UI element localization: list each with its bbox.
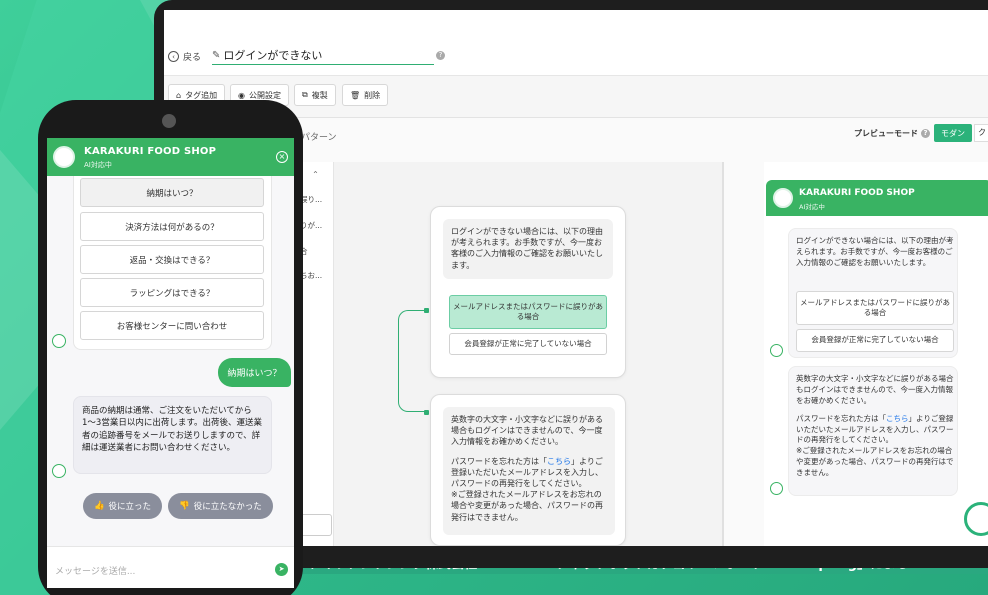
preview-mode-label: プレビューモード ? bbox=[854, 128, 930, 139]
node2-link[interactable]: こちら bbox=[547, 457, 571, 466]
node2-text-c: ※ご登録されたメールアドレスをお忘れの場合や変更があった場合、パスワードの再発行… bbox=[451, 490, 603, 522]
flow-connector bbox=[398, 310, 428, 412]
preview-msg2-a: 英数字の大文字・小文字などに誤りがある場合もログインはできませんので、今一度入力… bbox=[796, 374, 954, 405]
node2-text-b-pre: パスワードを忘れた方は「 bbox=[451, 456, 547, 466]
choice-payment[interactable]: 決済方法は何があるの？ bbox=[80, 212, 264, 241]
trash-icon: 🗑 bbox=[350, 90, 361, 100]
delete-button[interactable]: 🗑 削除 bbox=[342, 84, 389, 106]
preview-choice-registration[interactable]: 会員登録が正常に完了していない場合 bbox=[796, 329, 954, 352]
tag-add-label: タグ追加 bbox=[185, 90, 218, 100]
panel-divider[interactable] bbox=[722, 162, 724, 546]
pencil-icon: ✎ bbox=[212, 49, 221, 61]
bot-message-bubble: 商品の納期は通常、ご注文をいただいてから1〜3営業日以内に出荷します。出荷後、運… bbox=[73, 396, 272, 474]
chat-preview-panel: KARAKURI FOOD SHOP AI対応中 ログインができない場合には、以… bbox=[764, 162, 988, 546]
preview-status: AI対応中 bbox=[799, 203, 825, 211]
bot-avatar-icon bbox=[52, 334, 66, 348]
publish-settings-label: 公開設定 bbox=[248, 90, 281, 100]
preview-msg2-b-pre: パスワードを忘れた方は「 bbox=[796, 413, 886, 423]
thumbs-down-icon: 👎 bbox=[179, 501, 190, 511]
flow-canvas[interactable]: ログインができない場合には、以下の理由が考えられます。お手数ですが、今一度お客様… bbox=[334, 162, 724, 546]
not-helpful-label: 役に立たなかった bbox=[193, 502, 262, 512]
choice-delivery[interactable]: 納期はいつ？ bbox=[80, 178, 264, 207]
tag-icon: ⌂ bbox=[176, 90, 182, 100]
list-item[interactable]: 誤り... bbox=[300, 194, 322, 205]
modern-mode-button[interactable]: モダン bbox=[934, 124, 972, 142]
back-button[interactable]: ‹ 戻る bbox=[168, 50, 201, 63]
phone-chat-screen: KARAKURI FOOD SHOP AI対応中 × 納期はいつ？ 決済方法は何… bbox=[47, 138, 294, 588]
bot-avatar-icon bbox=[770, 482, 783, 495]
message-input-placeholder: メッセージを送信... bbox=[55, 567, 136, 577]
phone-choices-card: 納期はいつ？ 決済方法は何があるの？ 返品・交換はできる？ ラッピングはできる？… bbox=[73, 176, 272, 350]
thumbs-up-icon: 👍 bbox=[93, 501, 105, 511]
message-input[interactable]: メッセージを送信... ➤ bbox=[47, 546, 294, 588]
phone-camera bbox=[162, 114, 176, 128]
duplicate-label: 複製 bbox=[311, 90, 328, 100]
preview-choice-wrong-credentials[interactable]: メールアドレスまたはパスワードに誤りがある場合 bbox=[796, 291, 954, 325]
preview-mode-text: プレビューモード bbox=[854, 129, 918, 138]
phone-brand-name: KARAKURI FOOD SHOP bbox=[84, 146, 217, 157]
node1-choice-registration[interactable]: 会員登録が正常に完了していない場合 bbox=[449, 333, 607, 355]
flow-node-2[interactable]: 英数字の大文字・小文字などに誤りがある場合もログインはできませんので、今一度入力… bbox=[430, 394, 626, 546]
eye-icon: ◉ bbox=[238, 90, 245, 100]
choice-return[interactable]: 返品・交換はできる？ bbox=[80, 245, 264, 274]
node1-message: ログインができない場合には、以下の理由が考えられます。お手数ですが、今一度お客様… bbox=[443, 219, 613, 279]
help-icon[interactable]: ? bbox=[436, 51, 445, 60]
node2-text-a: 英数字の大文字・小文字などに誤りがある場合もログインはできませんので、今一度入力… bbox=[451, 415, 603, 447]
node1-choice-wrong-credentials[interactable]: メールアドレスまたはパスワードに誤りがある場合 bbox=[449, 295, 607, 329]
list-action-button[interactable] bbox=[300, 514, 332, 536]
back-arrow-icon: ‹ bbox=[168, 51, 179, 62]
preview-chat-header: KARAKURI FOOD SHOP AI対応中 bbox=[766, 180, 988, 216]
scenario-title-value: ログインができない bbox=[223, 49, 323, 62]
preview-message-1: ログインができない場合には、以下の理由が考えられます。お手数ですが、今一度お客様… bbox=[796, 236, 954, 267]
connector-dot bbox=[424, 308, 429, 313]
bot-avatar-icon bbox=[770, 344, 783, 357]
brand-logo-icon bbox=[53, 146, 75, 168]
node2-message: 英数字の大文字・小文字などに誤りがある場合もログインはできませんので、今一度入力… bbox=[443, 407, 615, 535]
connector-dot bbox=[424, 410, 429, 415]
brand-logo-icon bbox=[773, 188, 793, 208]
preview-link[interactable]: こちら bbox=[886, 414, 909, 423]
phone-device: KARAKURI FOOD SHOP AI対応中 × 納期はいつ？ 決済方法は何… bbox=[38, 100, 303, 595]
not-helpful-button[interactable]: 👎 役に立たなかった bbox=[168, 493, 273, 519]
close-icon[interactable]: × bbox=[276, 151, 288, 163]
choice-wrapping[interactable]: ラッピングはできる？ bbox=[80, 278, 264, 307]
preview-brand-name: KARAKURI FOOD SHOP bbox=[799, 188, 915, 198]
copy-icon: ⧉ bbox=[302, 90, 308, 99]
helpful-button[interactable]: 👍 役に立った bbox=[83, 493, 162, 519]
choice-contact-center[interactable]: お客様センターに問い合わせ bbox=[80, 311, 264, 340]
classic-mode-button[interactable]: ク bbox=[974, 124, 988, 142]
preview-help-icon[interactable]: ? bbox=[921, 129, 930, 138]
editor-topbar: ‹ 戻る ✎ ログインができない ? bbox=[164, 10, 988, 76]
list-item[interactable]: ちお... bbox=[300, 270, 322, 281]
helpful-label: 役に立った bbox=[108, 502, 152, 512]
node2-text-b: パスワードを忘れた方は「こちら」よりご登録いただいたメールアドレスを入力し、パス… bbox=[451, 456, 607, 490]
back-label: 戻る bbox=[183, 53, 202, 63]
send-icon[interactable]: ➤ bbox=[275, 563, 288, 576]
phone-status: AI対応中 bbox=[84, 161, 112, 169]
preview-msg2-b: パスワードを忘れた方は「こちら」よりご登録いただいたメールアドレスを入力し、パス… bbox=[796, 414, 954, 447]
chat-launcher-icon[interactable] bbox=[964, 502, 988, 536]
flow-node-1[interactable]: ログインができない場合には、以下の理由が考えられます。お手数ですが、今一度お客様… bbox=[430, 206, 626, 378]
list-item[interactable]: りが... bbox=[300, 220, 322, 231]
scenario-title-input[interactable]: ✎ ログインができない bbox=[212, 46, 434, 65]
preview-bot-card-2: 英数字の大文字・小文字などに誤りがある場合もログインはできませんので、今一度入力… bbox=[788, 366, 958, 496]
phone-chat-header: KARAKURI FOOD SHOP AI対応中 × bbox=[47, 138, 294, 176]
user-message-bubble: 納期はいつ？ bbox=[218, 358, 291, 387]
preview-message-2: 英数字の大文字・小文字などに誤りがある場合もログインはできませんので、今一度入力… bbox=[796, 374, 954, 479]
duplicate-button[interactable]: ⧉ 複製 bbox=[294, 84, 336, 106]
preview-msg2-c: ※ご登録されたメールアドレスをお忘れの場合や変更があった場合、パスワードの再発行… bbox=[796, 446, 954, 477]
bot-avatar-icon bbox=[52, 464, 66, 478]
delete-label: 削除 bbox=[364, 90, 381, 100]
preview-bot-card-1: ログインができない場合には、以下の理由が考えられます。お手数ですが、今一度お客様… bbox=[788, 228, 958, 358]
